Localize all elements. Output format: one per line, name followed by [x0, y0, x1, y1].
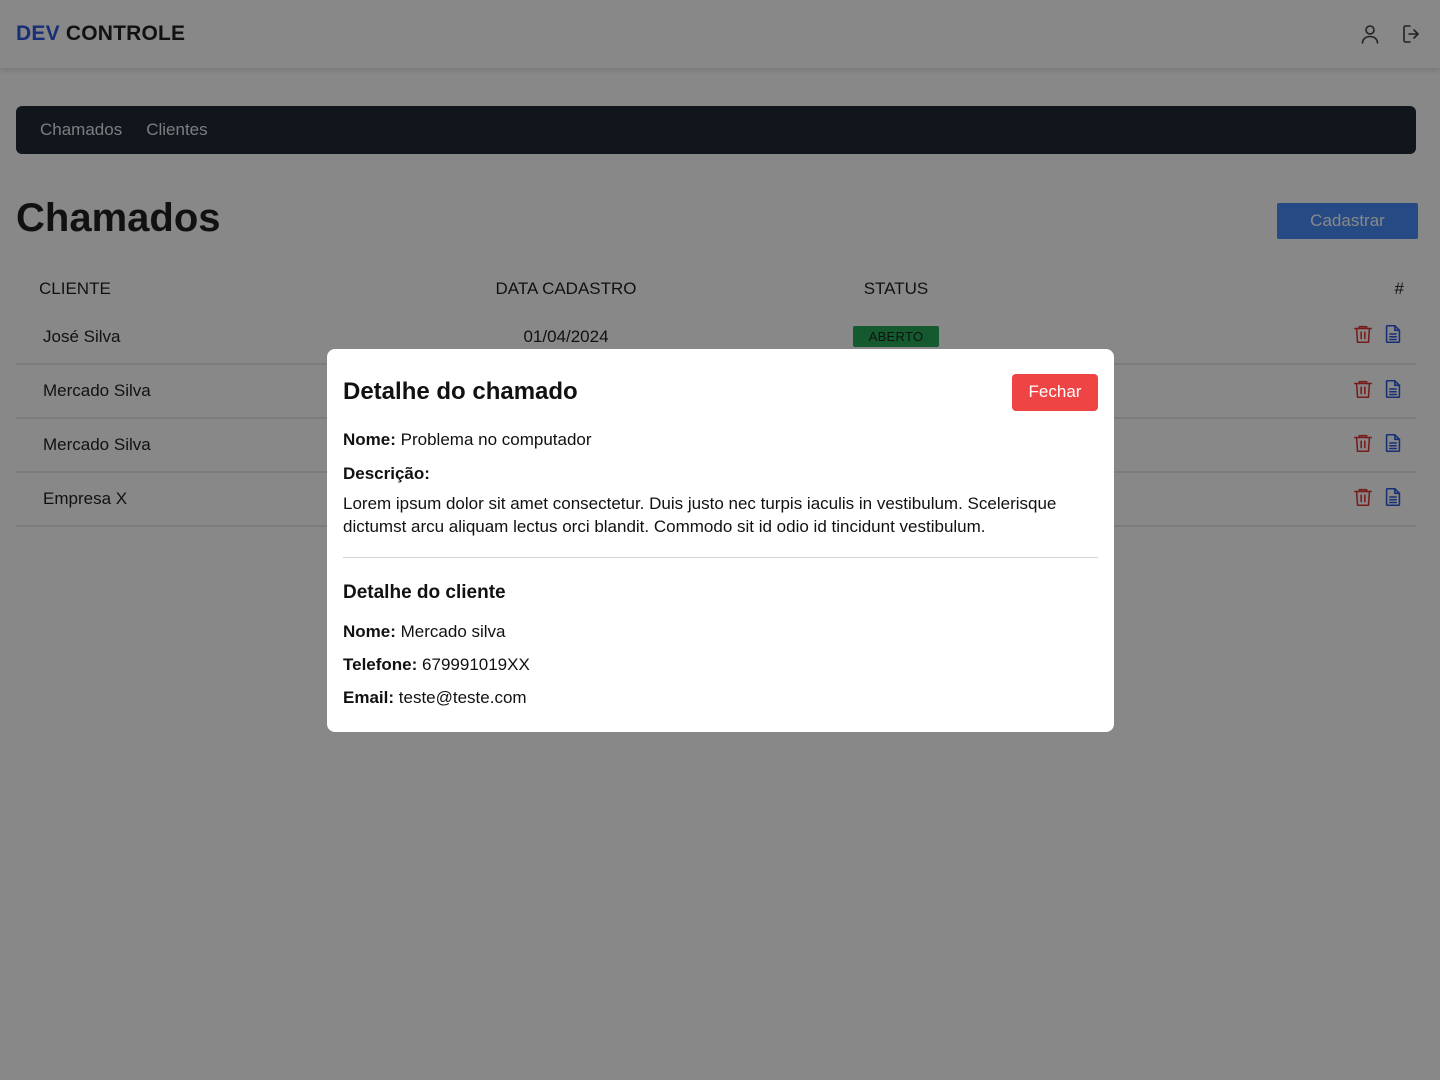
ticket-name: Nome: Problema no computador	[343, 430, 1098, 450]
client-phone: Telefone: 679991019XX	[343, 655, 1098, 675]
ticket-name-value: Problema no computador	[400, 430, 592, 449]
client-name: Nome: Mercado silva	[343, 622, 1098, 642]
client-name-label: Nome:	[343, 622, 396, 641]
ticket-name-label: Nome:	[343, 430, 396, 449]
client-name-value: Mercado silva	[400, 622, 506, 641]
client-section-title: Detalhe do cliente	[343, 582, 506, 603]
modal-header: Detalhe do chamado Fechar	[343, 371, 1098, 413]
modal-title: Detalhe do chamado	[343, 378, 578, 405]
ticket-description-label: Descrição:	[343, 464, 430, 483]
client-email: Email: teste@teste.com	[343, 688, 1098, 708]
client-email-label: Email:	[343, 688, 395, 707]
client-phone-value: 679991019XX	[422, 655, 530, 674]
client-email-value: teste@teste.com	[398, 688, 527, 707]
ticket-detail-modal: Detalhe do chamado Fechar Nome: Problema…	[327, 349, 1114, 732]
close-button[interactable]: Fechar	[1012, 373, 1098, 411]
divider	[343, 557, 1098, 558]
client-phone-label: Telefone:	[343, 655, 418, 674]
ticket-description: Lorem ipsum dolor sit amet consectetur. …	[343, 494, 1057, 536]
